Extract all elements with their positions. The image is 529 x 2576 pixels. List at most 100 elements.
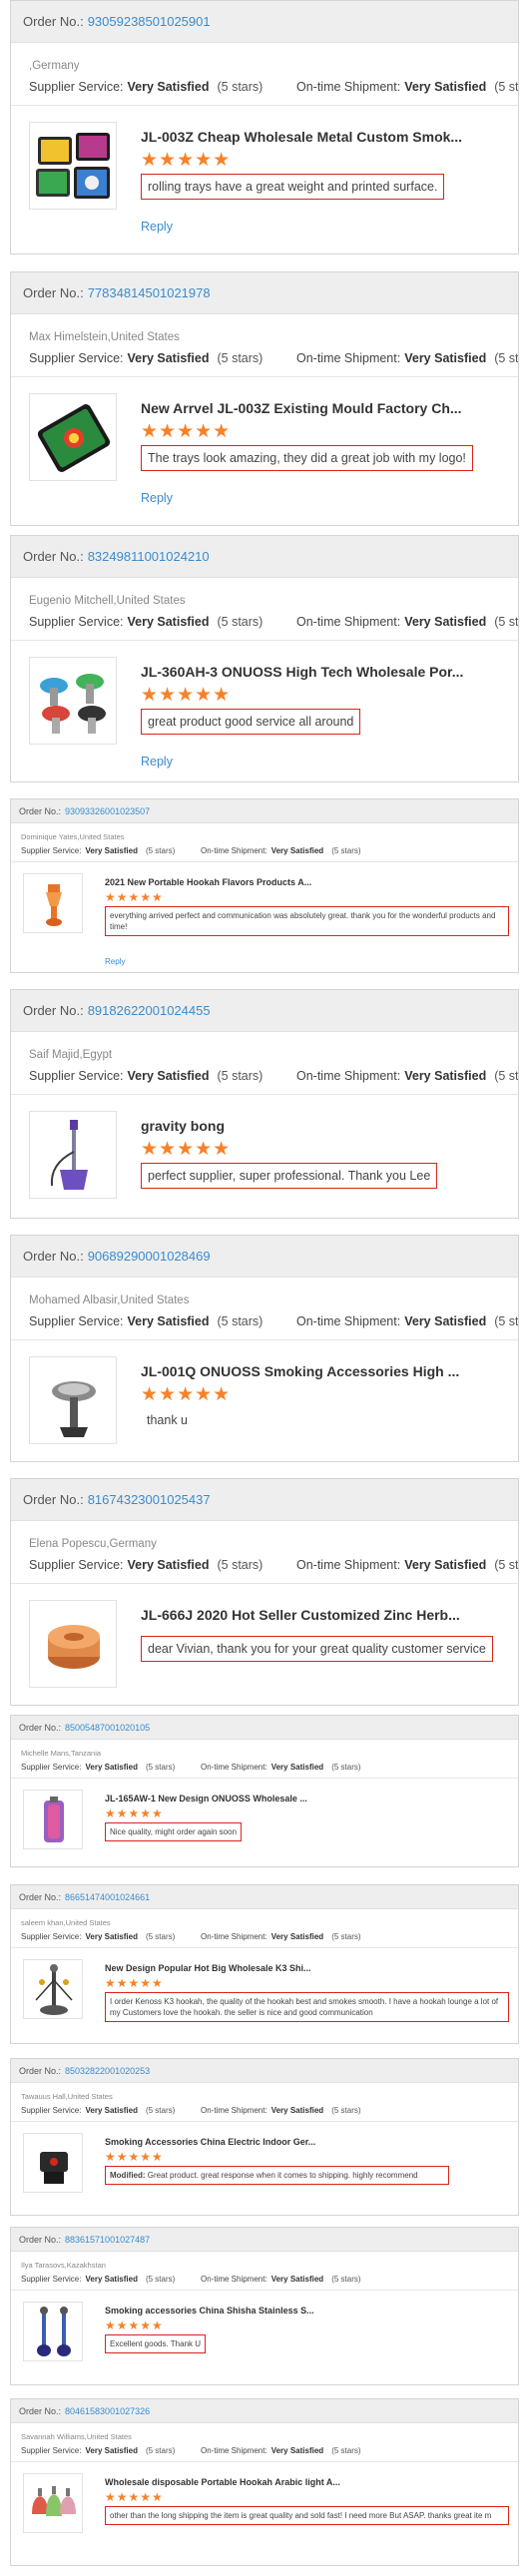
order-number-link[interactable]: 85005487001020105 [65, 1723, 150, 1733]
portable-hookah-image [46, 884, 62, 926]
reply-link[interactable]: Reply [141, 491, 173, 505]
order-number-link[interactable]: 93059238501025901 [88, 14, 211, 29]
order-header: Order No.: 83249811001024210 [11, 536, 518, 578]
product-title[interactable]: New Arrvel JL-003Z Existing Mould Factor… [141, 400, 510, 416]
shipment-rating-group: On-time Shipment:Very Satisfied (5 stars) [201, 1763, 361, 1772]
order-number-link[interactable]: 86651474001024661 [65, 1892, 150, 1902]
product-title[interactable]: JL-666J 2020 Hot Seller Customized Zinc … [141, 1607, 510, 1623]
product-thumbnail[interactable] [23, 2133, 83, 2193]
product-thumbnail[interactable] [29, 1356, 117, 1444]
order-number-link[interactable]: 93093326001023507 [65, 806, 150, 816]
ontime-shipment-label: On-time Shipment: [296, 1558, 401, 1572]
product-title[interactable]: New Design Popular Hot Big Wholesale K3 … [105, 1963, 404, 1973]
order-label: Order No.: [19, 1891, 62, 1902]
order-number-link[interactable]: 80461583001027326 [65, 2406, 150, 2416]
reply-link[interactable]: Reply [105, 957, 125, 966]
review-text: everything arrived perfect and communica… [105, 906, 509, 936]
product-thumbnail[interactable] [23, 2302, 83, 2361]
supplier-stars: (5 stars) [145, 2446, 176, 2455]
product-title[interactable]: JL-360AH-3 ONUOSS High Tech Wholesale Po… [141, 664, 510, 680]
product-thumbnail[interactable] [23, 1959, 83, 2019]
product-thumbnail[interactable] [29, 393, 117, 481]
product-thumbnail[interactable] [29, 122, 117, 210]
ontime-shipment-label: On-time Shipment: [296, 351, 401, 365]
product-thumbnail[interactable] [23, 2473, 83, 2533]
order-number-link[interactable]: 90689290001028469 [88, 1249, 211, 1264]
product-title[interactable]: gravity bong [141, 1118, 510, 1134]
product-title[interactable]: Smoking accessories China Shisha Stainle… [105, 2306, 404, 2316]
star-rating: ★★★★★ [105, 1806, 164, 1820]
star-rating: ★★★★★ [141, 1384, 232, 1405]
ontime-shipment-label: On-time Shipment: [201, 2275, 267, 2284]
product-thumbnail[interactable] [23, 873, 83, 933]
ratings-row: Supplier Service: Very Satisfied (5 stars)… [21, 2275, 361, 2284]
order-number-link[interactable]: 83249811001024210 [88, 549, 210, 564]
supplier-stars: (5 stars) [145, 846, 176, 855]
ontime-shipment-label: On-time Shipment: [201, 1763, 267, 1772]
order-number-link[interactable]: 81674323001025437 [88, 1492, 211, 1507]
order-number-link[interactable]: 77834814501021978 [88, 285, 211, 300]
order-label: Order No.: [19, 805, 62, 816]
review-card: Order No.: 90689290001028469 Mohamed Alb… [10, 1235, 519, 1462]
buyer-name: Ilya Tarasovs,Kazakhstan [21, 2261, 106, 2270]
divider [11, 1094, 518, 1095]
supplier-service-label: Supplier Service: [29, 615, 124, 629]
supplier-service-label: Supplier Service: [29, 1069, 124, 1083]
product-thumbnail[interactable] [23, 1790, 83, 1849]
order-header: Order No.: 86651474001024661 [11, 1885, 518, 1909]
shipment-rating-group: On-time Shipment:Very Satisfied (5 stars) [296, 1069, 518, 1083]
order-label: Order No.: [19, 1722, 62, 1733]
buyer-name: Elena Popescu,Germany [29, 1538, 157, 1550]
order-label: Order No.: [23, 1249, 84, 1264]
reply-link[interactable]: Reply [141, 755, 173, 769]
buyer-name: Tawauus Hall,United States [21, 2092, 113, 2101]
product-title[interactable]: JL-001Q ONUOSS Smoking Accessories High … [141, 1363, 510, 1379]
review-card: Order No.: 83249811001024210 Eugenio Mit… [10, 535, 519, 782]
supplier-rating: Very Satisfied [85, 2106, 138, 2115]
shipment-stars: (5 stars) [331, 2446, 361, 2455]
shipment-stars: (5 stars) [331, 2106, 361, 2115]
product-thumbnail[interactable] [29, 1111, 117, 1199]
reply-link[interactable]: Reply [141, 220, 173, 234]
ontime-shipment-label: On-time Shipment: [296, 615, 401, 629]
product-title[interactable]: 2021 New Portable Hookah Flavors Product… [105, 877, 404, 887]
product-thumbnail[interactable] [29, 1600, 117, 1688]
shipment-stars: (5 stars) [331, 1932, 361, 1941]
product-title[interactable]: JL-003Z Cheap Wholesale Metal Custom Smo… [141, 129, 510, 145]
order-number-link[interactable]: 89182622001024455 [88, 1003, 211, 1018]
shipment-rating-group: On-time Shipment:Very Satisfied (5 stars) [201, 2275, 361, 2284]
review-text: Excellent goods. Thank U [105, 2334, 207, 2353]
supplier-stars: (5 stars) [145, 2106, 176, 2115]
ratings-row: Supplier Service: Very Satisfied (5 stars)… [21, 2106, 361, 2115]
product-title[interactable]: JL-165AW-1 New Design ONUOSS Wholesale .… [105, 1794, 404, 1803]
star-rating: ★★★★★ [141, 685, 232, 706]
product-title[interactable]: Wholesale disposable Portable Hookah Ara… [105, 2477, 404, 2487]
supplier-service-label: Supplier Service: [21, 2446, 82, 2455]
order-label: Order No.: [19, 2065, 62, 2076]
star-rating: ★★★★★ [105, 2318, 164, 2332]
shipment-rating: Very Satisfied [404, 1069, 487, 1083]
product-thumbnail[interactable] [29, 657, 117, 745]
supplier-rating: Very Satisfied [127, 1069, 210, 1083]
supplier-stars: (5 stars) [145, 1763, 176, 1772]
buyer-name: saleem khan,United States [21, 1918, 111, 1927]
order-number-link[interactable]: 85032822001020253 [65, 2066, 150, 2076]
product-title[interactable]: Smoking Accessories China Electric Indoo… [105, 2137, 404, 2147]
order-header: Order No.: 81674323001025437 [11, 1479, 518, 1521]
order-label: Order No.: [23, 549, 84, 564]
shipment-rating-group: On-time Shipment:Very Satisfied (5 stars) [201, 2106, 361, 2115]
ratings-row: Supplier Service: Very Satisfied (5 stars)… [29, 80, 518, 94]
shipment-rating: Very Satisfied [404, 615, 487, 629]
divider [11, 376, 518, 377]
ontime-shipment-label: On-time Shipment: [201, 2446, 267, 2455]
shisha-pair-image [37, 2307, 71, 2356]
buyer-name: Mohamed Albasir,United States [29, 1294, 190, 1306]
supplier-rating: Very Satisfied [85, 1932, 138, 1941]
star-rating: ★★★★★ [105, 890, 164, 904]
order-label: Order No.: [23, 1003, 84, 1018]
star-rating: ★★★★★ [105, 2490, 164, 2504]
ratings-row: Supplier Service: Very Satisfied (5 stars)… [29, 1558, 518, 1572]
order-number-link[interactable]: 88361571001027487 [65, 2235, 150, 2245]
shipment-stars: (5 stars) [494, 1558, 519, 1572]
order-label: Order No.: [23, 14, 84, 29]
